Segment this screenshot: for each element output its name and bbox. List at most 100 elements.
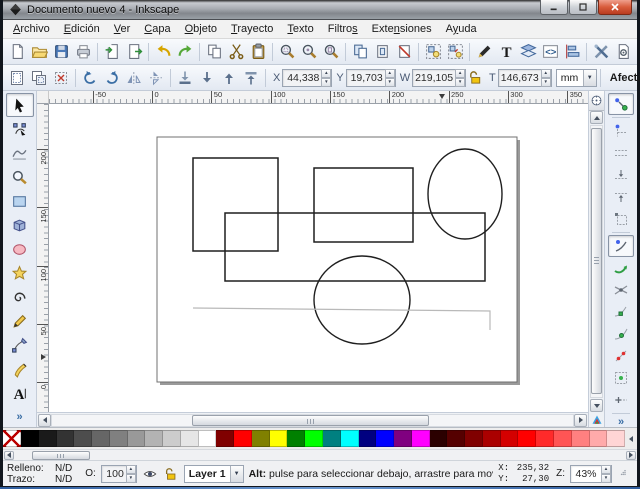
maximize-button[interactable] — [569, 0, 597, 15]
width-value[interactable]: 219,105 — [413, 72, 455, 84]
y-input[interactable]: 19,703 — [346, 69, 396, 87]
unlink-clone-button[interactable] — [393, 41, 415, 63]
snap-cusp-nodes-button[interactable] — [608, 301, 634, 323]
resize-grip[interactable] — [617, 466, 633, 482]
palette-scrollbar[interactable] — [3, 449, 637, 460]
flip-horizontal-button[interactable] — [123, 67, 145, 89]
snap-rotation-centers-button[interactable] — [608, 389, 634, 411]
redo-button[interactable] — [174, 41, 196, 63]
color-swatch[interactable] — [447, 430, 465, 447]
snap-paths-button[interactable] — [608, 257, 634, 279]
rotate-ccw-button[interactable] — [79, 67, 101, 89]
layers-dialog-button[interactable] — [517, 41, 539, 63]
doc-new-button[interactable] — [6, 41, 28, 63]
flip-vertical-button[interactable] — [145, 67, 167, 89]
vertical-ruler[interactable]: 200150100500 — [37, 104, 49, 412]
paste-button[interactable] — [247, 41, 269, 63]
color-swatch[interactable] — [376, 430, 394, 447]
color-swatch[interactable] — [607, 430, 625, 447]
color-swatch[interactable] — [287, 430, 305, 447]
y-value[interactable]: 19,703 — [347, 72, 385, 84]
v-scroll-track[interactable] — [590, 125, 603, 398]
palette-scroll-right-arrow[interactable] — [626, 451, 636, 460]
select-all-layers-button[interactable] — [28, 67, 50, 89]
layer-lock-toggle[interactable] — [163, 466, 179, 482]
palette-scroll-thumb[interactable] — [32, 451, 90, 460]
ungroup-button[interactable] — [444, 41, 466, 63]
preferences-button[interactable] — [590, 41, 612, 63]
color-swatch[interactable] — [128, 430, 146, 447]
snap-midpoints-button[interactable] — [608, 345, 634, 367]
titlebar[interactable]: Documento nuevo 4 - Inkscape — [3, 0, 637, 20]
no-color-swatch[interactable] — [3, 430, 21, 447]
color-swatch[interactable] — [252, 430, 270, 447]
color-swatch[interactable] — [145, 430, 163, 447]
import-button[interactable] — [101, 41, 123, 63]
print-button[interactable] — [72, 41, 94, 63]
palette-scroll-left-button[interactable] — [625, 430, 637, 448]
color-swatch[interactable] — [270, 430, 288, 447]
rotate-cw-button[interactable] — [101, 67, 123, 89]
zoom-page-button[interactable] — [320, 41, 342, 63]
snap-path-intersections-button[interactable] — [608, 279, 634, 301]
palette-scroll-left-arrow[interactable] — [4, 451, 14, 460]
save-button[interactable] — [50, 41, 72, 63]
spin-up-icon[interactable] — [321, 69, 331, 78]
star-tool[interactable] — [6, 261, 34, 285]
color-swatch[interactable] — [234, 430, 252, 447]
select-all-button[interactable] — [6, 67, 28, 89]
color-swatch[interactable] — [163, 430, 181, 447]
scroll-up-button[interactable] — [590, 111, 603, 124]
box3d-tool[interactable] — [6, 213, 34, 237]
spin-down-icon[interactable] — [385, 78, 395, 87]
align-dialog-button[interactable] — [561, 41, 583, 63]
folder-open-button[interactable] — [28, 41, 50, 63]
deselect-button[interactable] — [50, 67, 72, 89]
raise-top-button[interactable] — [240, 67, 262, 89]
zoom-value[interactable]: 43% — [571, 468, 601, 480]
snap-object-centers-button[interactable] — [608, 367, 634, 389]
clone-button[interactable] — [371, 41, 393, 63]
document-properties-button[interactable] — [612, 41, 634, 63]
fill-stroke-button[interactable] — [473, 41, 495, 63]
menu-texto[interactable]: Texto — [280, 21, 320, 37]
spin-down-icon[interactable] — [455, 78, 465, 87]
color-swatch[interactable] — [536, 430, 554, 447]
lock-ratio-icon[interactable] — [468, 70, 483, 85]
snap-bbox-centers-button[interactable] — [608, 186, 634, 208]
color-swatch[interactable] — [341, 430, 359, 447]
color-swatch[interactable] — [92, 430, 110, 447]
calligraphy-tool[interactable] — [6, 357, 34, 381]
menu-edición[interactable]: Edición — [57, 21, 107, 37]
menu-extensiones[interactable]: Extensiones — [365, 21, 439, 37]
spin-up-icon[interactable] — [541, 69, 551, 78]
spin-down-icon[interactable] — [541, 78, 551, 87]
snap-nodes-button[interactable] — [608, 235, 634, 257]
drawing-canvas[interactable] — [49, 104, 588, 412]
spin-down-icon[interactable] — [321, 78, 331, 87]
ellipse-tool[interactable] — [6, 237, 34, 261]
color-swatch[interactable] — [394, 430, 412, 447]
tweak-tool[interactable] — [6, 141, 34, 165]
color-swatch[interactable] — [412, 430, 430, 447]
snap-enable-button[interactable] — [608, 93, 634, 115]
palette-scroll-track[interactable] — [14, 451, 626, 460]
color-swatch[interactable] — [323, 430, 341, 447]
undo-button[interactable] — [152, 41, 174, 63]
height-input[interactable]: 146,673 — [498, 69, 552, 87]
fill-stroke-indicator[interactable]: Relleno: N/D Trazo: N/D — [7, 463, 72, 485]
raise-button[interactable] — [218, 67, 240, 89]
spin-up-icon[interactable] — [385, 69, 395, 78]
horizontal-scrollbar[interactable] — [37, 412, 588, 427]
spiral-tool[interactable] — [6, 285, 34, 309]
cut-button[interactable] — [225, 41, 247, 63]
spin-up-icon[interactable] — [455, 69, 465, 78]
opacity-value[interactable]: 100 — [102, 468, 126, 480]
x-value[interactable]: 44,338 — [283, 72, 321, 84]
lower-button[interactable] — [196, 67, 218, 89]
pencil-tool[interactable] — [6, 309, 34, 333]
spin-down-icon[interactable] — [126, 474, 136, 483]
scroll-down-button[interactable] — [590, 399, 603, 412]
color-swatch[interactable] — [483, 430, 501, 447]
rectangle-tool[interactable] — [6, 189, 34, 213]
